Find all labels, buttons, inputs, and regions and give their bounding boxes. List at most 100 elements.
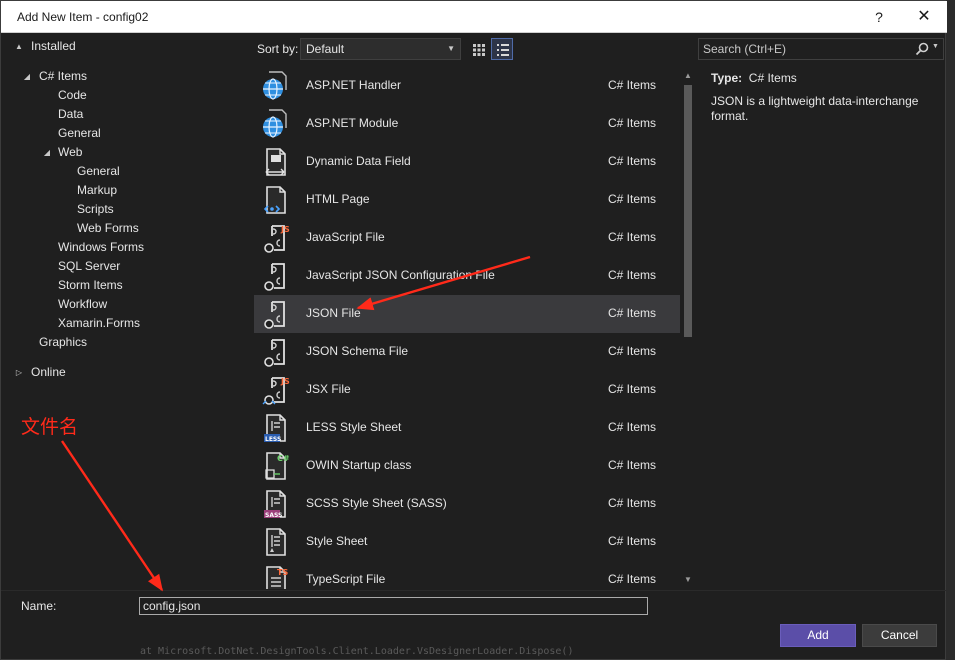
html-page-icon — [263, 186, 286, 214]
tree-item-label: SQL Server — [58, 259, 121, 273]
tree-item[interactable]: Markup — [1, 181, 251, 200]
divider — [1, 590, 947, 591]
json-file-icon — [264, 263, 285, 291]
template-item[interactable]: JSON Schema File C# Items — [254, 333, 680, 371]
stylesheet-icon — [266, 528, 286, 556]
tree-item[interactable]: Web Forms — [1, 219, 251, 238]
template-item-name: OWIN Startup class — [306, 458, 412, 472]
js-file-icon: JS — [264, 225, 290, 253]
template-item-category: C# Items — [608, 306, 657, 320]
template-item[interactable]: HTML Page C# Items — [254, 181, 680, 219]
template-item[interactable]: Dynamic Data Field C# Items — [254, 143, 680, 181]
tree-item-label: C# Items — [39, 69, 88, 83]
chevron-down-icon: ▼ — [447, 44, 455, 53]
template-item[interactable]: JS JSX File C# Items — [254, 371, 680, 409]
template-item[interactable]: ASP.NET Module C# Items — [254, 105, 680, 143]
svg-text:JS: JS — [280, 225, 290, 234]
list-view-button[interactable] — [491, 38, 513, 60]
template-item-category: C# Items — [608, 268, 657, 282]
template-item-category: C# Items — [608, 534, 657, 548]
name-input[interactable] — [139, 597, 648, 615]
tree-item[interactable]: Windows Forms — [1, 238, 251, 257]
expand-toggle-icon[interactable]: ◢ — [21, 67, 33, 86]
tree-item-label: Web — [58, 145, 83, 159]
sort-label: Sort by: — [257, 42, 299, 56]
tree-item-label: Markup — [77, 183, 118, 197]
tree-item[interactable]: ▲ Installed — [1, 37, 251, 56]
tree-item-label: Web Forms — [77, 221, 139, 235]
template-item-category: C# Items — [608, 192, 657, 206]
expand-toggle-icon[interactable]: ◢ — [41, 143, 53, 162]
template-item-category: C# Items — [608, 458, 657, 472]
grid-view-button[interactable] — [467, 38, 489, 60]
scroll-down-arrow-icon[interactable]: ▼ — [681, 573, 695, 587]
tree-item-label: Scripts — [77, 202, 114, 216]
tree-item[interactable]: Scripts — [1, 200, 251, 219]
scroll-up-arrow-icon[interactable]: ▲ — [681, 69, 695, 83]
globe-icon — [263, 71, 287, 100]
tree-item[interactable]: General — [1, 124, 251, 143]
tree-item[interactable]: General — [1, 162, 251, 181]
name-label: Name: — [21, 599, 57, 613]
search-icon[interactable] — [915, 42, 929, 56]
tree-item-label: Xamarin.Forms — [58, 316, 141, 330]
template-item-name: Style Sheet — [306, 534, 368, 548]
tree-item-label: General — [58, 126, 101, 140]
tree-item-label: Code — [58, 88, 87, 102]
annotation-label: 文件名 — [21, 416, 79, 438]
tree-item[interactable]: Storm Items — [1, 276, 251, 295]
template-item[interactable]: LESS LESS Style Sheet C# Items — [254, 409, 680, 447]
template-item-name: TypeScript File — [306, 572, 386, 586]
tree-item[interactable]: SQL Server — [1, 257, 251, 276]
template-item[interactable]: TS TypeScript File C# Items — [254, 561, 680, 589]
chevron-down-icon[interactable]: ▼ — [932, 43, 939, 50]
template-item-category: C# Items — [608, 230, 657, 244]
expand-toggle-icon[interactable]: ▲ — [13, 37, 25, 56]
template-item[interactable]: C# OWIN Startup class C# Items — [254, 447, 680, 485]
scss-file-icon: SASS — [264, 490, 286, 519]
grid-view-icon — [473, 44, 485, 56]
tree-item-label: Windows Forms — [58, 240, 145, 254]
tree-item[interactable]: Graphics — [1, 333, 251, 352]
template-item-category: C# Items — [608, 572, 657, 586]
globe-icon — [263, 109, 287, 138]
template-item[interactable]: JavaScript JSON Configuration File C# Ite… — [254, 257, 680, 295]
template-item[interactable]: JSON File C# Items — [254, 295, 680, 333]
sort-dropdown[interactable]: Default ▼ — [300, 38, 461, 60]
tree-item[interactable]: Code — [1, 86, 251, 105]
template-list: ASP.NET Handler C# Items ASP.NET Module C# … — [254, 67, 680, 589]
svg-text:JS: JS — [280, 377, 290, 386]
tree-item[interactable]: ◢ Web — [1, 143, 251, 162]
search-input[interactable] — [699, 39, 909, 59]
scroll-thumb[interactable] — [684, 85, 692, 337]
tree-item[interactable]: Workflow — [1, 295, 251, 314]
tree-item-label: Workflow — [58, 297, 108, 311]
template-item[interactable]: JS JavaScript File C# Items — [254, 219, 680, 257]
svg-text:C#: C# — [277, 454, 290, 463]
template-item[interactable]: Style Sheet C# Items — [254, 523, 680, 561]
add-button[interactable]: Add — [780, 624, 856, 647]
close-button[interactable]: ✕ — [909, 6, 939, 28]
title-bar: Add New Item - config02 ? ✕ — [1, 1, 947, 33]
template-item-name: JSON File — [306, 306, 361, 320]
description-text: JSON is a lightweight data-interchange f… — [711, 94, 919, 123]
tree-item[interactable]: Data — [1, 105, 251, 124]
tree-item[interactable]: ▷ Online — [1, 363, 251, 382]
tree-item[interactable]: ◢ C# Items — [1, 67, 251, 86]
tree-item-label: Installed — [31, 39, 76, 53]
list-scrollbar[interactable]: ▲ ▼ — [681, 67, 695, 589]
search-box[interactable]: ▼ — [698, 38, 944, 60]
template-item[interactable]: ASP.NET Handler C# Items — [254, 67, 680, 105]
template-item-category: C# Items — [608, 78, 657, 92]
template-item-category: C# Items — [608, 420, 657, 434]
help-button[interactable]: ? — [867, 6, 891, 28]
json-file-icon — [264, 339, 285, 367]
template-item[interactable]: SASS SCSS Style Sheet (SASS) C# Items — [254, 485, 680, 523]
cancel-button[interactable]: Cancel — [862, 624, 937, 647]
jsx-file-icon: JS — [262, 377, 290, 405]
json-file-icon — [264, 301, 285, 329]
tree-item[interactable]: Xamarin.Forms — [1, 314, 251, 333]
sort-value: Default — [306, 42, 345, 56]
expand-toggle-icon[interactable]: ▷ — [13, 363, 25, 382]
template-item-category: C# Items — [608, 116, 657, 130]
